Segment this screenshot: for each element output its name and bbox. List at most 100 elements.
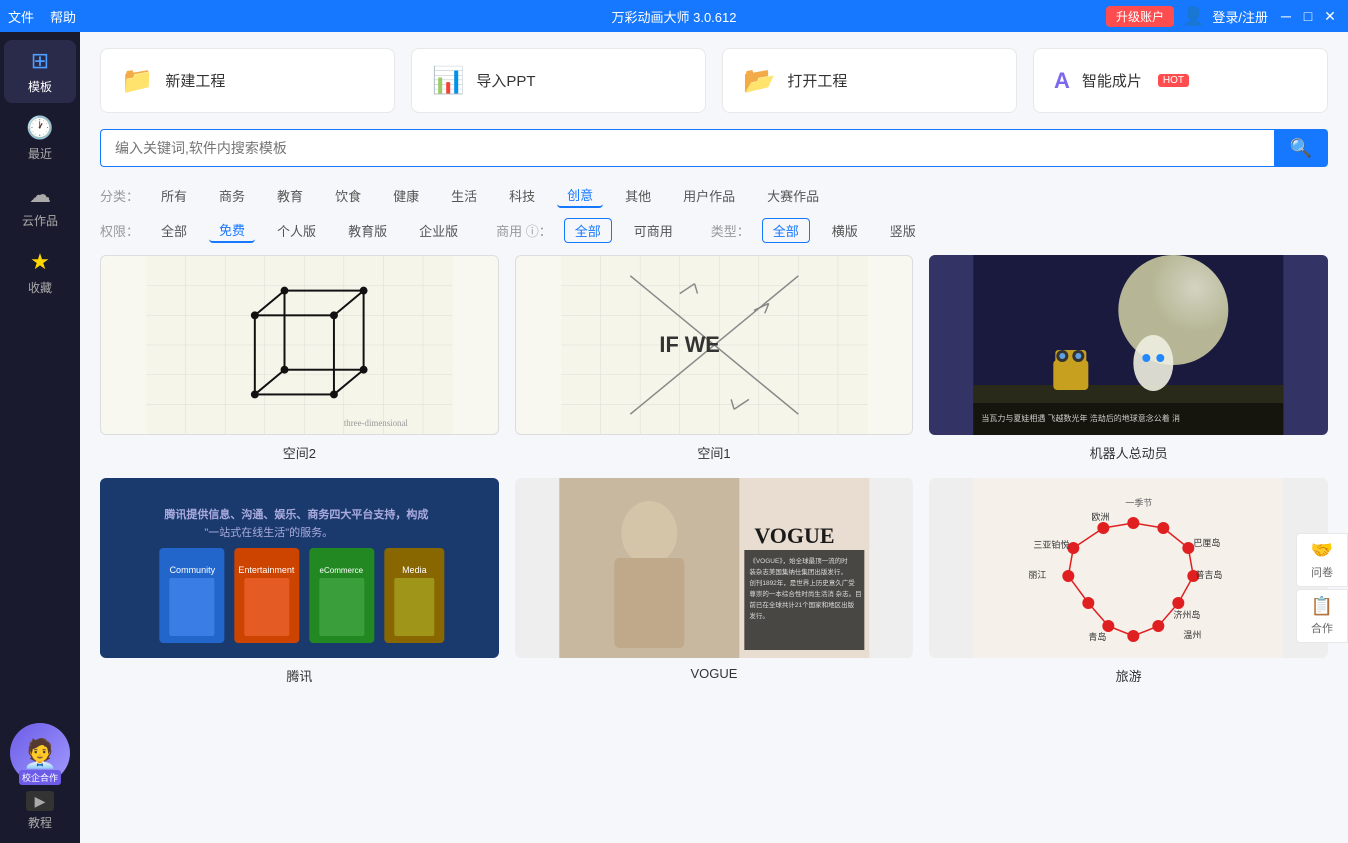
cat-life[interactable]: 生活: [441, 184, 487, 207]
perm-edu[interactable]: 教育版: [338, 219, 397, 242]
sidebar-label-template: 模板: [28, 78, 52, 95]
template-card-4[interactable]: 腾讯提供信息、沟通、娱乐、商务四大平台支持，构成 "一站式在线生活"的服务。 C…: [100, 478, 499, 685]
play-icon: ▶: [26, 791, 54, 811]
comm-all[interactable]: 全部: [564, 218, 612, 243]
search-input[interactable]: [100, 129, 1274, 167]
star-icon: ★: [30, 249, 50, 275]
cat-other[interactable]: 其他: [615, 184, 661, 207]
cat-creative[interactable]: 创意: [557, 183, 603, 208]
perm-enterprise[interactable]: 企业版: [409, 219, 468, 242]
open-project-button[interactable]: 📂 打开工程: [722, 48, 1017, 113]
tutorial-label: 教程: [28, 814, 52, 831]
sidebar-item-template[interactable]: ⊞ 模板: [4, 40, 76, 103]
menu-help[interactable]: 帮助: [50, 7, 76, 26]
svg-text:《VOGUE》，始全球最顶一流的时: 《VOGUE》，始全球最顶一流的时: [749, 556, 848, 565]
cat-business[interactable]: 商务: [209, 184, 255, 207]
sidebar-item-cloud[interactable]: ☁ 云作品: [4, 174, 76, 237]
new-project-icon: 📁: [121, 65, 153, 96]
template-card-3[interactable]: 当瓦力与夏娃相遇 飞越数光年 浩劫后的地球意念公着 消 机器人总动员: [929, 255, 1328, 462]
cat-education[interactable]: 教育: [267, 184, 313, 207]
sidebar: ⊞ 模板 🕐 最近 ☁ 云作品 ★ 收藏 🧑‍💼 校企合作 ▶ 教程: [0, 32, 80, 843]
sidebar-label-recent: 最近: [28, 145, 52, 162]
svg-text:IF WE: IF WE: [659, 332, 719, 357]
cat-tech[interactable]: 科技: [499, 184, 545, 207]
import-ppt-button[interactable]: 📊 导入PPT: [411, 48, 706, 113]
svg-text:腾讯提供信息、沟通、娱乐、商务四大平台支持，构成: 腾讯提供信息、沟通、娱乐、商务四大平台支持，构成: [164, 507, 428, 521]
right-float-panel: 🤝 问卷 📋 合作: [1296, 533, 1348, 643]
template-thumb-1: three-dimensional: [100, 255, 499, 435]
cat-health[interactable]: 健康: [383, 184, 429, 207]
restore-button[interactable]: □: [1298, 6, 1318, 26]
cloud-icon: ☁: [29, 182, 51, 208]
svg-text:发行。: 发行。: [749, 611, 769, 620]
template-name-1: 空间2: [100, 443, 499, 462]
survey-label: 问卷: [1311, 564, 1333, 580]
perm-personal[interactable]: 个人版: [267, 219, 326, 242]
template-card-5[interactable]: VOGUE 《VOGUE》，始全球最顶一流的时 装杂志美国集纳仕集团出版发行， …: [515, 478, 914, 685]
collab-button[interactable]: 📋 合作: [1296, 589, 1348, 643]
permission-filter-row: 权限： 全部 免费 个人版 教育版 企业版 商用 ⓘ： 全部 可商用 类型： 全…: [100, 218, 1328, 243]
template-thumb-5: VOGUE 《VOGUE》，始全球最顶一流的时 装杂志美国集纳仕集团出版发行， …: [515, 478, 914, 658]
svg-text:eCommerce: eCommerce: [320, 566, 364, 575]
vogue-svg: VOGUE 《VOGUE》，始全球最顶一流的时 装杂志美国集纳仕集团出版发行， …: [515, 478, 914, 658]
perm-free[interactable]: 免费: [209, 218, 255, 243]
type-landscape[interactable]: 横版: [822, 219, 868, 242]
title-bar-right: 升级账户 👤 登录/注册 ─ □ ✕: [1106, 6, 1340, 27]
ifwe-svg: IF WE: [516, 256, 913, 434]
sidebar-item-tutorial[interactable]: ▶ 教程: [26, 791, 54, 831]
smart-clip-button[interactable]: A 智能成片 HOT: [1033, 48, 1328, 113]
search-button[interactable]: 🔍: [1274, 129, 1328, 167]
hot-badge: HOT: [1158, 74, 1189, 87]
comm-ok[interactable]: 可商用: [624, 219, 683, 242]
template-card-2[interactable]: IF WE 空间1: [515, 255, 914, 462]
campus-label: 校企合作: [19, 770, 61, 785]
sidebar-item-recent[interactable]: 🕐 最近: [4, 107, 76, 170]
template-name-3: 机器人总动员: [929, 443, 1328, 462]
close-button[interactable]: ✕: [1320, 6, 1340, 26]
new-project-button[interactable]: 📁 新建工程: [100, 48, 395, 113]
app-body: ⊞ 模板 🕐 最近 ☁ 云作品 ★ 收藏 🧑‍💼 校企合作 ▶ 教程: [0, 32, 1348, 843]
svg-text:"一站式在线生活"的服务。: "一站式在线生活"的服务。: [204, 525, 333, 539]
template-thumb-3: 当瓦力与夏娃相遇 飞越数光年 浩劫后的地球意念公着 消: [929, 255, 1328, 435]
type-portrait[interactable]: 竖版: [880, 219, 926, 242]
perm-all[interactable]: 全部: [151, 219, 197, 242]
smart-clip-label: 智能成片: [1082, 70, 1142, 91]
template-thumb-4: 腾讯提供信息、沟通、娱乐、商务四大平台支持，构成 "一站式在线生活"的服务。 C…: [100, 478, 499, 658]
main-content: 📁 新建工程 📊 导入PPT 📂 打开工程 A 智能成片 HOT 🔍: [80, 32, 1348, 843]
campus-badge[interactable]: 🧑‍💼 校企合作: [10, 723, 70, 783]
app-title: 万彩动画大师 3.0.612: [612, 7, 737, 26]
travel-svg: 三亚铂悦 欧洲 巴厘岛 普吉岛 丽江 济州岛 青岛 温州 一季节: [929, 478, 1328, 658]
svg-text:当瓦力与夏娃相遇 飞越数光年 浩劫后的地球意念公着 消: 当瓦力与夏娃相遇 飞越数光年 浩劫后的地球意念公着 消: [982, 413, 1181, 423]
upgrade-button[interactable]: 升级账户: [1106, 6, 1174, 27]
svg-text:一季节: 一季节: [1126, 497, 1153, 508]
login-button[interactable]: 登录/注册: [1212, 7, 1268, 26]
svg-text:装杂志美国集纳仕集团出版发行，: 装杂志美国集纳仕集团出版发行，: [749, 567, 847, 576]
type-all[interactable]: 全部: [762, 218, 810, 243]
menu-file[interactable]: 文件: [8, 7, 34, 26]
cat-contest[interactable]: 大赛作品: [757, 184, 829, 207]
category-label: 分类：: [100, 186, 139, 205]
svg-text:巴厘岛: 巴厘岛: [1194, 537, 1221, 548]
svg-text:尊崇的一本综合性时尚生活消 杂志。目: 尊崇的一本综合性时尚生活消 杂志。目: [749, 589, 861, 598]
cat-user[interactable]: 用户作品: [673, 184, 745, 207]
recent-icon: 🕐: [26, 115, 53, 141]
cube-svg: three-dimensional: [101, 256, 498, 434]
template-card-6[interactable]: 三亚铂悦 欧洲 巴厘岛 普吉岛 丽江 济州岛 青岛 温州 一季节 旅游: [929, 478, 1328, 685]
template-card-1[interactable]: three-dimensional 空间2: [100, 255, 499, 462]
permission-label: 权限：: [100, 221, 139, 240]
collab-label: 合作: [1311, 620, 1333, 636]
template-icon: ⊞: [31, 48, 49, 74]
sidebar-item-favorite[interactable]: ★ 收藏: [4, 241, 76, 304]
tencent-svg: 腾讯提供信息、沟通、娱乐、商务四大平台支持，构成 "一站式在线生活"的服务。 C…: [100, 478, 499, 658]
survey-button[interactable]: 🤝 问卷: [1296, 533, 1348, 587]
sidebar-bottom: 🧑‍💼 校企合作 ▶ 教程: [10, 723, 70, 843]
svg-text:三亚铂悦: 三亚铂悦: [1034, 539, 1070, 550]
open-project-label: 打开工程: [787, 70, 847, 91]
import-ppt-icon: 📊: [432, 65, 464, 96]
minimize-button[interactable]: ─: [1276, 6, 1296, 26]
template-thumb-6: 三亚铂悦 欧洲 巴厘岛 普吉岛 丽江 济州岛 青岛 温州 一季节: [929, 478, 1328, 658]
cat-all[interactable]: 所有: [151, 184, 197, 207]
search-bar: 🔍: [100, 129, 1328, 167]
svg-text:丽江: 丽江: [1029, 570, 1047, 580]
cat-food[interactable]: 饮食: [325, 184, 371, 207]
